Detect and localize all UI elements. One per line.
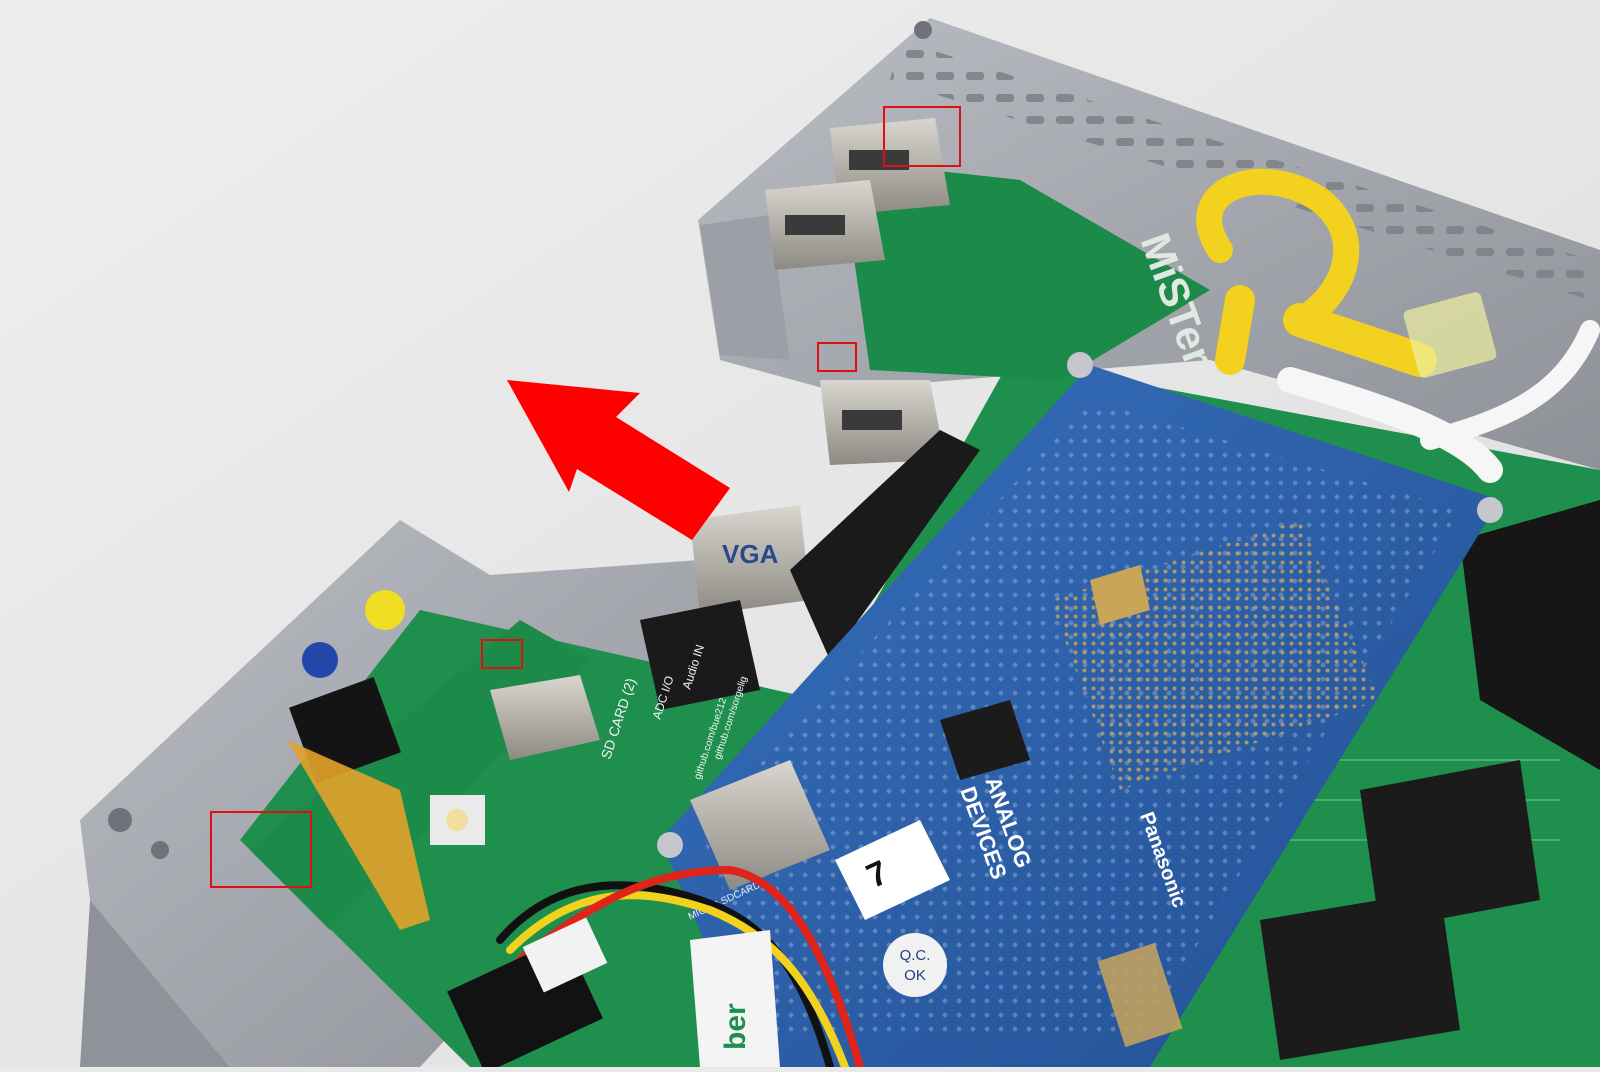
vga-label: VGA xyxy=(722,539,779,569)
bottom-sticker-text: ber xyxy=(719,1003,752,1050)
photo-canvas: MiSTer VGA MICRO SDCARD 7 Q.C. OK ANALOG… xyxy=(0,0,1600,1072)
vga-connector: VGA xyxy=(690,505,810,615)
blue-led-cap xyxy=(302,642,338,678)
sdram-chip xyxy=(1260,890,1460,1060)
qc-line1: Q.C. xyxy=(900,947,931,964)
qc-seal xyxy=(883,933,947,997)
yellow-led-cap xyxy=(365,590,405,630)
product-photo: MiSTer VGA MICRO SDCARD 7 Q.C. OK ANALOG… xyxy=(0,0,1600,1072)
qc-line2: OK xyxy=(904,967,926,984)
